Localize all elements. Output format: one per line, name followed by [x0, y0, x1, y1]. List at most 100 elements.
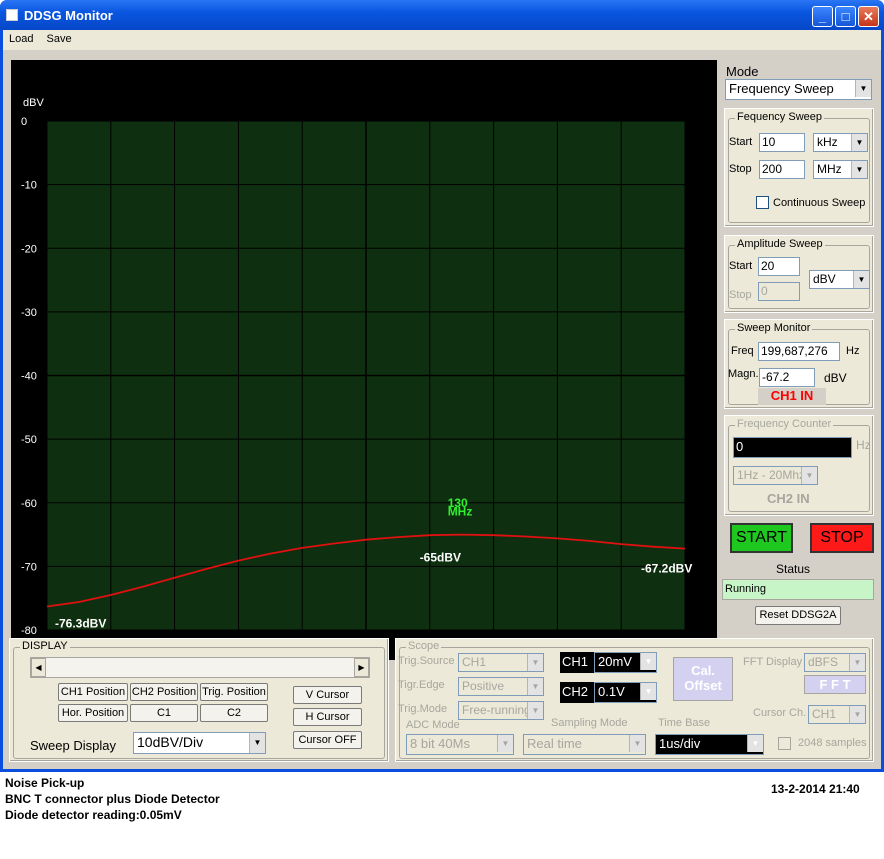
scope-legend: Scope [406, 640, 442, 652]
trig-mode-select[interactable]: Free-running ▼ [458, 701, 544, 720]
monitor-magn-label: Magn. [728, 368, 759, 380]
sweep-display-value: 10dBV/Div [137, 734, 204, 750]
freq-start-label: Start [729, 136, 753, 148]
freq-start-input[interactable]: 10 [759, 133, 805, 152]
chevron-down-icon: ▼ [497, 735, 513, 752]
reset-button[interactable]: Reset DDSG2A [755, 606, 841, 625]
sweep-display-label: Sweep Display [30, 738, 116, 753]
start-button[interactable]: START [730, 523, 793, 553]
minimize-button[interactable]: _ [812, 6, 833, 27]
fft-display-select[interactable]: dBFS ▼ [804, 653, 866, 672]
cal-offset-button[interactable]: Cal. Offset [673, 657, 733, 701]
c1-button[interactable]: C1 [130, 704, 198, 722]
ch1-label: CH1 [560, 652, 594, 673]
note-line-3: Diode detector reading:0.05mV [5, 808, 182, 822]
status-label: Status [776, 562, 811, 576]
amp-start-input[interactable]: 20 [758, 257, 800, 276]
adc-mode-select[interactable]: 8 bit 40Ms ▼ [406, 734, 514, 755]
time-base-value: 1us/div [659, 736, 701, 751]
sweep-monitor-panel: Sweep Monitor Freq 199,687,276 Hz Magn. … [724, 319, 874, 409]
amp-unit-select[interactable]: dBV ▼ [809, 270, 870, 289]
scroll-left-icon[interactable]: ◀ [31, 658, 46, 677]
maximize-button[interactable]: □ [835, 6, 856, 27]
c2-button[interactable]: C2 [200, 704, 268, 722]
chevron-down-icon: ▼ [855, 80, 871, 97]
sweep-display-select[interactable]: 10dBV/Div ▼ [133, 732, 266, 754]
mode-select[interactable]: Frequency Sweep ▼ [725, 79, 872, 100]
y-tick-label: -10 [21, 180, 37, 192]
sampling-mode-select[interactable]: Real time ▼ [523, 734, 646, 755]
freq-stop-unit-select[interactable]: MHz ▼ [813, 160, 868, 179]
ch2-position-button[interactable]: CH2 Position [130, 683, 198, 701]
spectrum-display: dBV 0 -10 -20 -30 -40 -50 -60 -70 -80 130 MHz -65dBV… [11, 60, 717, 660]
chevron-down-icon: ▼ [527, 702, 543, 719]
y-tick-label: -30 [21, 307, 37, 319]
sampling-mode-label: Sampling Mode [551, 717, 628, 729]
freq-counter-value: 0 [733, 437, 852, 458]
app-window: DDSG Monitor _ □ ✕ Load Save dBV 0 -10 -20 -… [0, 0, 884, 772]
chevron-down-icon: ▼ [849, 706, 865, 723]
trig-source-label: Trig.Source [398, 655, 455, 667]
close-button[interactable]: ✕ [858, 6, 879, 27]
y-tick-label: -80 [21, 625, 37, 637]
trig-edge-value: Positive [462, 679, 505, 693]
h-cursor-button[interactable]: H Cursor [293, 708, 362, 726]
menu-load[interactable]: Load [3, 30, 37, 45]
monitor-freq-unit: Hz [846, 345, 860, 357]
cursor-off-button[interactable]: Cursor OFF [293, 731, 362, 749]
monitor-magn-value: -67.2 [759, 368, 815, 387]
amp-stop-input[interactable]: 0 [758, 282, 800, 301]
freq-start-unit-select[interactable]: kHz ▼ [813, 133, 868, 152]
y-tick-label: -60 [21, 498, 37, 510]
chevron-down-icon: ▼ [853, 271, 869, 288]
ch1-volts-select[interactable]: 20mV ▼ [594, 652, 657, 673]
continuous-sweep-label: Continuous Sweep [773, 197, 866, 209]
note-timestamp: 13-2-2014 21:40 [771, 782, 860, 796]
time-base-select[interactable]: 1us/div ▼ [655, 734, 764, 755]
freq-stop-unit: MHz [817, 162, 842, 176]
ch2-label: CH2 [560, 682, 594, 703]
fft-button[interactable]: F F T [804, 675, 866, 694]
scroll-right-icon[interactable]: ▶ [354, 658, 369, 677]
y-tick-label: 0 [21, 116, 27, 128]
freq-counter-range: 1Hz - 20Mhz [737, 468, 806, 482]
trig-edge-select[interactable]: Positive ▼ [458, 677, 544, 696]
chevron-down-icon: ▼ [629, 735, 645, 752]
menu-save[interactable]: Save [41, 30, 76, 45]
freq-counter-range-select[interactable]: 1Hz - 20Mhz ▼ [733, 466, 818, 485]
y-axis-label: dBV [23, 97, 44, 109]
trig-position-button[interactable]: Trig. Position [200, 683, 268, 701]
fft-display-value: dBFS [808, 655, 839, 669]
amp-sweep-legend: Amplitude Sweep [735, 238, 825, 250]
ch2-volts-select[interactable]: 0.1V ▼ [594, 682, 657, 703]
stop-button[interactable]: STOP [810, 523, 874, 553]
cursor-ch-label: Cursor Ch. [753, 707, 807, 719]
app-icon [6, 9, 18, 21]
ch1-position-button[interactable]: CH1 Position [58, 683, 128, 701]
trig-mode-label: Trig.Mode [398, 703, 448, 715]
freq-stop-input[interactable]: 200 [759, 160, 805, 179]
v-cursor-button[interactable]: V Cursor [293, 686, 362, 704]
horizontal-scrollbar[interactable]: ◀ ▶ [30, 657, 370, 678]
peak-value-label: -65dBV [420, 551, 461, 565]
note-line-2: BNC T connector plus Diode Detector [5, 792, 220, 806]
trig-mode-value: Free-running [462, 703, 531, 717]
trig-edge-label: Tigr.Edge [398, 679, 445, 691]
notes-area: Noise Pick-up BNC T connector plus Diode… [0, 772, 884, 859]
samples-checkbox[interactable] [778, 737, 791, 750]
chevron-down-icon: ▼ [851, 134, 867, 151]
samples-label: 2048 samples [798, 737, 867, 749]
cursor-ch-select[interactable]: CH1 ▼ [808, 705, 866, 724]
freq-counter-unit: Hz [856, 438, 871, 452]
hor-position-button[interactable]: Hor. Position [58, 704, 128, 722]
title-bar[interactable]: DDSG Monitor _ □ ✕ [0, 0, 884, 30]
status-value: Running [722, 579, 874, 600]
continuous-sweep-checkbox[interactable] [756, 196, 769, 209]
trig-source-select[interactable]: CH1 ▼ [458, 653, 544, 672]
scope-panel: Scope Trig.Source CH1 ▼ Tigr.Edge Positiv… [395, 638, 874, 762]
window-title: DDSG Monitor [24, 8, 113, 23]
freq-sweep-legend: Fequency Sweep [735, 111, 824, 123]
monitor-magn-unit: dBV [824, 371, 847, 385]
client-area: Load Save dBV 0 -10 -20 -30 -40 -50 -60 -70 -80 13… [3, 30, 881, 769]
ch1-in-indicator: CH1 IN [758, 388, 826, 405]
